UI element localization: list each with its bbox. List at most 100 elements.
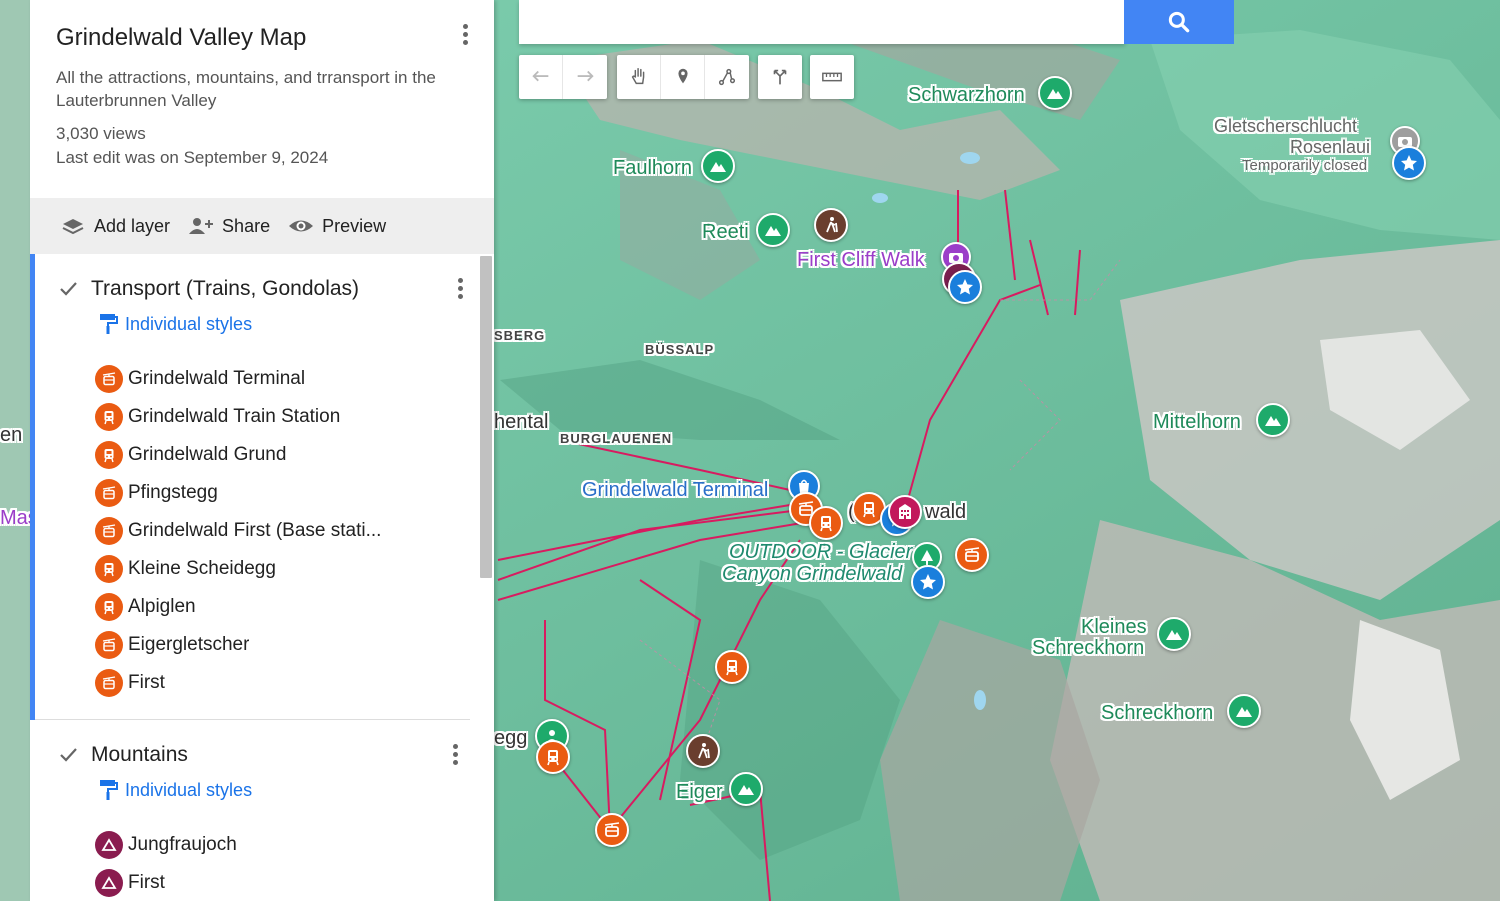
map-title[interactable]: Grindelwald Valley Map <box>56 24 468 52</box>
measure-toolbar <box>810 55 854 99</box>
gondola-pin-eigergletscher[interactable] <box>595 813 629 847</box>
list-item[interactable]: Pfingstegg <box>35 474 494 512</box>
map-label-kleines: Kleines <box>1081 616 1147 638</box>
map-left-edge[interactable]: en Mas <box>0 0 30 901</box>
layer-mountains[interactable]: Mountains Individual styles Jungfraujoch… <box>30 720 494 901</box>
add-marker-button[interactable] <box>661 55 705 99</box>
train-icon <box>95 403 123 431</box>
train-icon <box>726 660 738 676</box>
paint-roller-icon <box>100 314 118 334</box>
directions-toolbar <box>758 55 802 99</box>
layer-transport[interactable]: Transport (Trains, Gondolas) Individual … <box>30 254 494 720</box>
map-label-schwarzhorn: Schwarzhorn <box>908 84 1025 106</box>
item-label: First <box>128 872 165 893</box>
map-options-menu[interactable] <box>455 20 475 48</box>
list-item[interactable]: Grindelwald First (Base stati... <box>35 512 494 550</box>
measure-distance-button[interactable] <box>810 55 854 99</box>
star-pin-first[interactable] <box>948 270 982 304</box>
list-item[interactable]: Grindelwald Terminal <box>35 360 494 398</box>
list-item[interactable]: Grindelwald Train Station <box>35 398 494 436</box>
mountain-pin-kleines-schreckhorn[interactable] <box>1157 617 1191 651</box>
layer-title[interactable]: Transport (Trains, Gondolas) <box>91 277 359 301</box>
action-bar: Add layer Share Preview <box>30 198 494 254</box>
map-label-mittelhorn: Mittelhorn <box>1153 411 1241 433</box>
redo-button[interactable] <box>563 55 607 99</box>
hiking-pin-eiger[interactable] <box>686 734 720 768</box>
mountain-icon <box>1166 630 1182 640</box>
individual-styles-link[interactable]: Individual styles <box>97 778 494 802</box>
checkmark-icon <box>60 748 77 762</box>
layer-visibility-checkbox[interactable] <box>58 279 78 299</box>
map-label-faulhorn: Faulhorn <box>613 157 692 179</box>
pan-tool-button[interactable] <box>617 55 661 99</box>
mountain-icon <box>1047 89 1063 99</box>
map-label-schreckhorn: Schreckhorn <box>1101 702 1214 724</box>
gondola-icon <box>604 822 620 837</box>
individual-styles-label: Individual styles <box>125 313 253 334</box>
map-label-canyon-grindelwald: Canyon Grindelwald <box>722 563 903 585</box>
list-item[interactable]: First <box>30 864 494 901</box>
layer-options-menu[interactable] <box>445 740 465 768</box>
item-label: Grindelwald First (Base stati... <box>128 520 382 541</box>
map-label-wald: wald <box>925 501 967 523</box>
star-pin-outdoor-glacier[interactable] <box>911 565 945 599</box>
share-button[interactable]: Share <box>188 216 270 237</box>
mountain-icon <box>95 831 123 859</box>
eye-icon <box>289 220 314 232</box>
individual-styles-link[interactable]: Individual styles <box>97 312 494 336</box>
mountain-icon <box>765 226 781 236</box>
map-label-kleines-schreckhorn: Schreckhorn <box>1032 637 1145 659</box>
draw-line-button[interactable] <box>705 55 749 99</box>
train-icon <box>95 593 123 621</box>
search-icon <box>1168 11 1190 33</box>
list-item[interactable]: Jungfraujoch <box>30 826 494 864</box>
list-item[interactable]: Alpiglen <box>35 588 494 626</box>
gondola-icon <box>95 517 123 545</box>
map-label-first-cliff-walk: First Cliff Walk <box>797 249 925 271</box>
list-item[interactable]: Eigergletscher <box>35 626 494 664</box>
directions-icon <box>773 69 787 85</box>
panel-header: Grindelwald Valley Map All the attractio… <box>30 0 494 198</box>
train-pin-kleine-scheidegg[interactable] <box>536 740 570 774</box>
mountain-pin-schreckhorn[interactable] <box>1227 694 1261 728</box>
item-label: First <box>128 672 165 693</box>
hiker-icon <box>698 743 710 759</box>
mountain-icon <box>1265 416 1281 426</box>
gondola-icon <box>95 365 123 393</box>
train-pin-alpiglen[interactable] <box>715 650 749 684</box>
map-label-rosenlaui: Rosenlaui <box>1290 137 1371 157</box>
building-pin-grindelwald[interactable] <box>888 495 922 529</box>
layer-visibility-checkbox[interactable] <box>58 745 78 765</box>
last-edit-info: Last edit was on September 9, 2024 <box>56 148 329 167</box>
gondola-icon <box>95 631 123 659</box>
list-item[interactable]: Grindelwald Grund <box>35 436 494 474</box>
item-label: Kleine Scheidegg <box>128 558 276 579</box>
search-button[interactable] <box>1124 0 1234 44</box>
undo-button[interactable] <box>519 55 563 99</box>
mountain-pin-faulhorn[interactable] <box>701 149 735 183</box>
preview-button[interactable]: Preview <box>288 216 386 237</box>
layer-options-menu[interactable] <box>450 274 470 302</box>
mountain-pin-mittelhorn[interactable] <box>1256 403 1290 437</box>
add-layer-button[interactable]: Add layer <box>60 216 170 237</box>
map-label-grindelwald-terminal: Grindelwald Terminal <box>582 479 769 501</box>
layer-title[interactable]: Mountains <box>91 743 188 767</box>
star-pin-gletscherschlucht[interactable] <box>1392 146 1426 180</box>
hiking-pin-reeti[interactable] <box>814 208 848 242</box>
list-item[interactable]: First <box>35 664 494 702</box>
paint-roller-icon <box>100 780 118 800</box>
train-pin-grindelwald-station[interactable] <box>809 506 843 540</box>
map-label-reeti: Reeti <box>702 221 749 243</box>
mountain-pin-eiger[interactable] <box>729 772 763 806</box>
redo-icon <box>577 70 594 82</box>
mountain-pin-schwarzhorn[interactable] <box>1038 76 1072 110</box>
train-icon <box>95 555 123 583</box>
map-label-en: en <box>0 424 23 446</box>
search-input[interactable] <box>519 0 1125 44</box>
list-item[interactable]: Kleine Scheidegg <box>35 550 494 588</box>
add-directions-button[interactable] <box>758 55 802 99</box>
item-label: Eigergletscher <box>128 634 250 655</box>
gondola-pin-pfingstegg[interactable] <box>955 538 989 572</box>
mountain-pin-reeti[interactable] <box>756 213 790 247</box>
map-description[interactable]: All the attractions, mountains, and trra… <box>56 66 456 112</box>
